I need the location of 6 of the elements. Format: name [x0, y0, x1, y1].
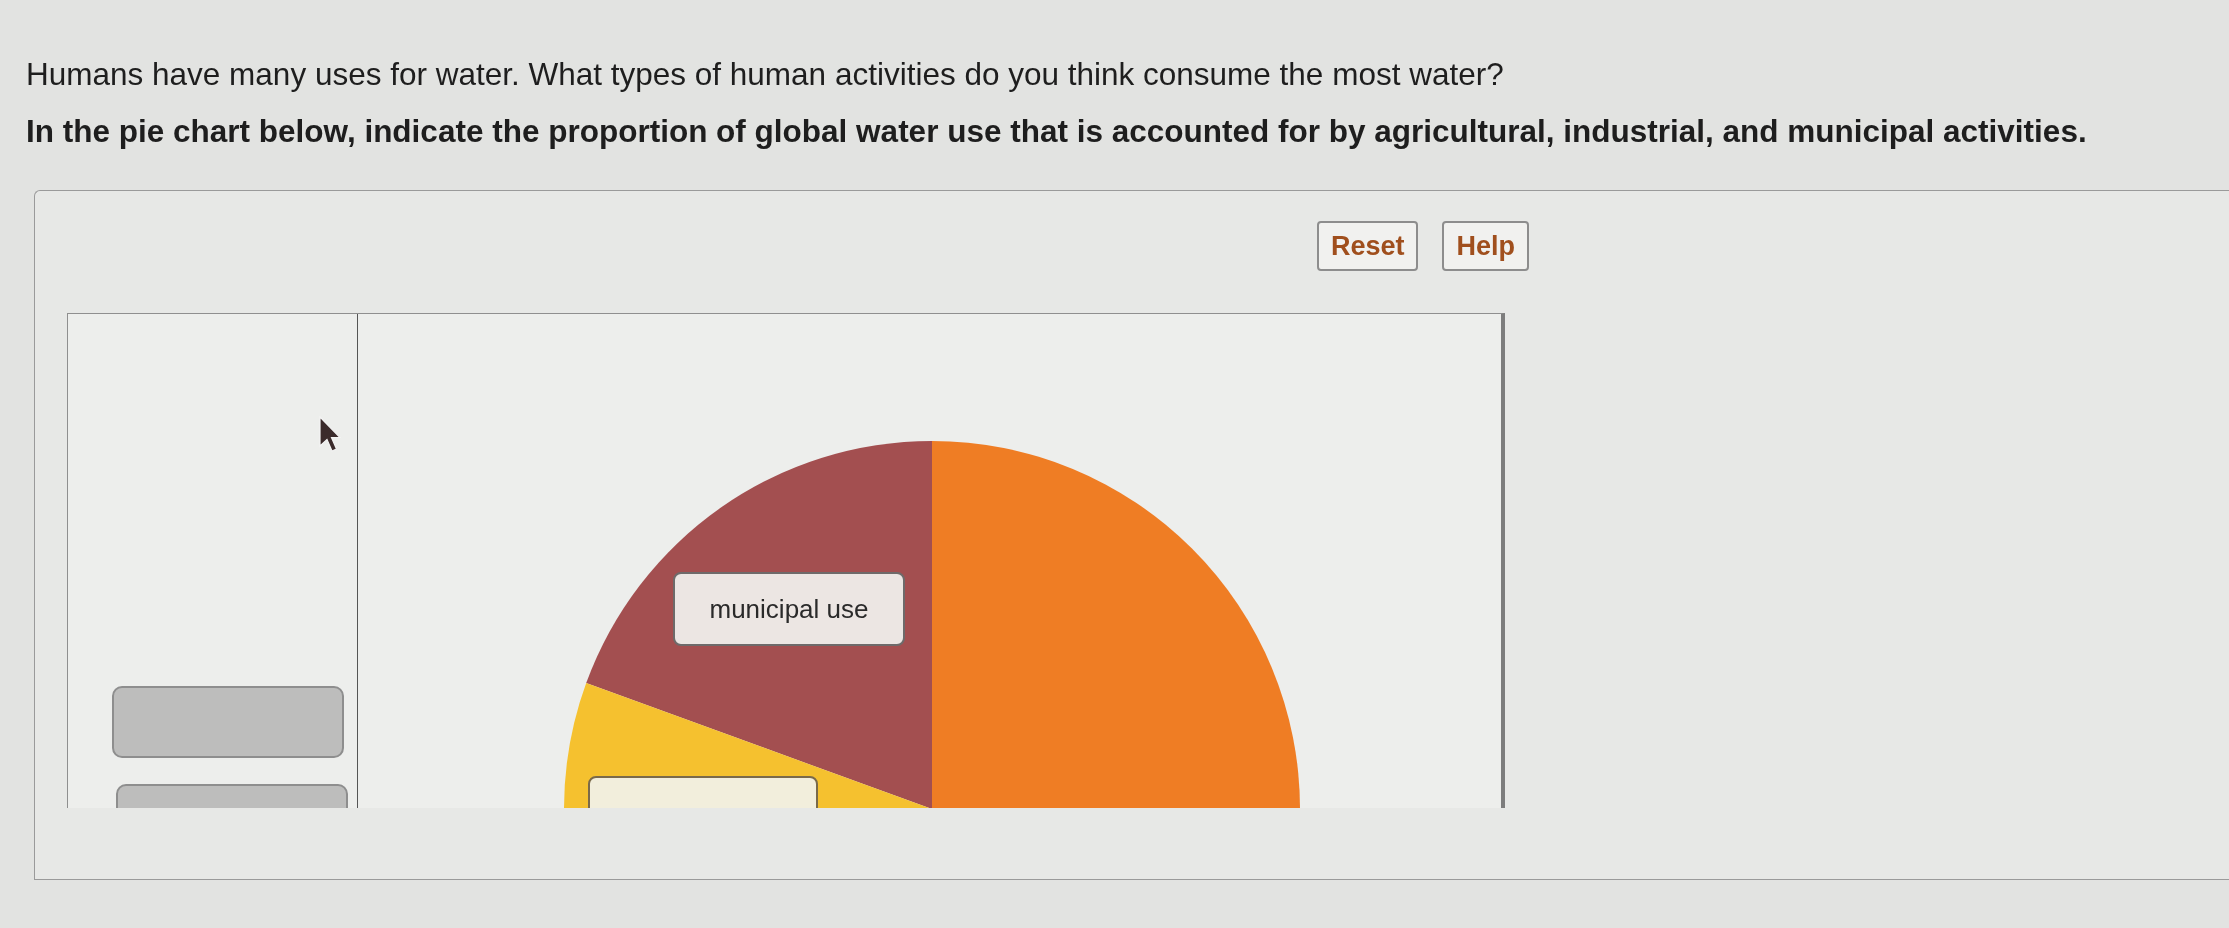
label-chip[interactable]: municipal use [673, 572, 905, 646]
toolbar-button[interactable]: Reset [1316, 221, 1419, 271]
mouse-pointer-icon [319, 416, 341, 453]
question-text: Humans have many uses for water. What types of human activities do you think consume the most water? [26, 55, 1504, 94]
toolbar-button[interactable]: Help [1442, 221, 1529, 271]
instruction-text: In the pie chart below, indicate the proportion of global water use that is accounted for by agricultural, industrial, and municipal activities. [26, 112, 2087, 151]
